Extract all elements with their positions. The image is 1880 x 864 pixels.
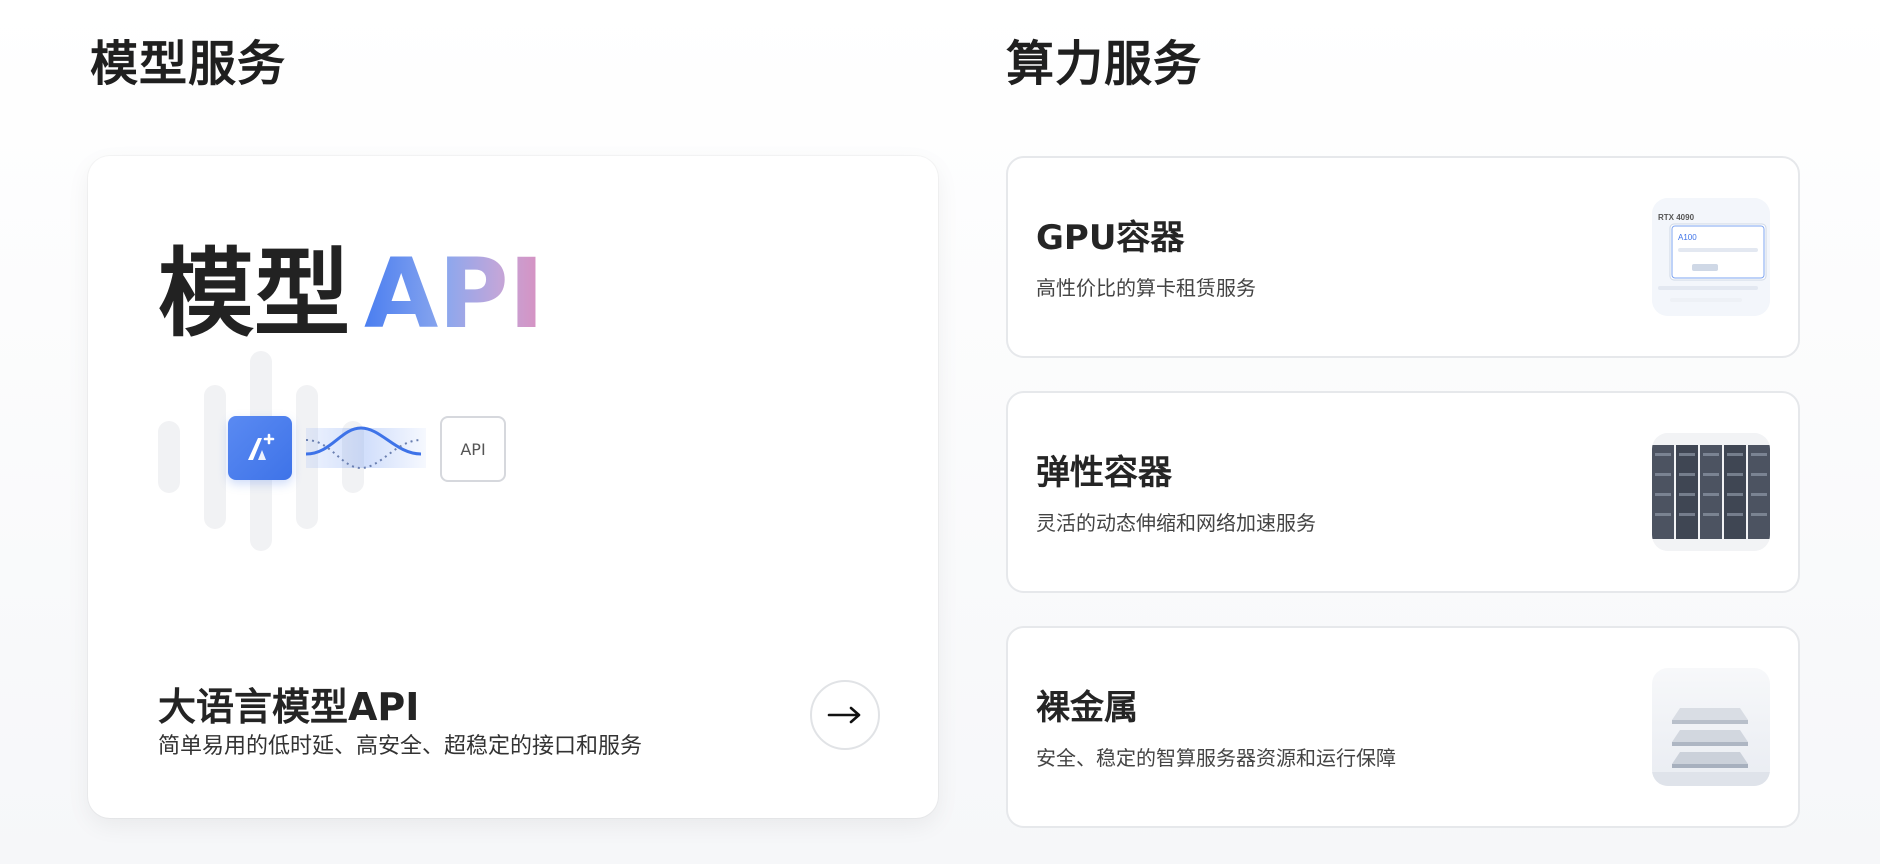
open-model-api-button[interactable] xyxy=(810,680,880,750)
elastic-container-card[interactable]: 弹性容器 灵活的动态伸缩和网络加速服务 xyxy=(1006,391,1800,593)
model-card-subtitle: 简单易用的低时延、高安全、超稳定的接口和服务 xyxy=(158,734,643,759)
model-api-card[interactable]: 模型 API API 大语言模型API 简单易用的低时延、高安全、超稳定的接口和… xyxy=(88,156,938,818)
section-title-compute: 算力服务 xyxy=(1006,36,1203,92)
gpu-container-title: GPU容器 xyxy=(1036,218,1185,258)
model-card-title: 大语言模型API xyxy=(158,685,420,729)
hero-title-api: API xyxy=(364,238,545,350)
thumb-gpu-selected-label: A100 xyxy=(1678,233,1697,242)
bare-metal-title: 裸金属 xyxy=(1036,688,1138,728)
gpu-console-thumbnail: RTX 4090 A100 xyxy=(1652,198,1770,316)
api-chip-label: API xyxy=(460,439,486,459)
elastic-container-subtitle: 灵活的动态伸缩和网络加速服务 xyxy=(1036,511,1316,535)
server-rack-thumbnail xyxy=(1652,433,1770,551)
section-title-model: 模型服务 xyxy=(90,36,287,92)
thumb-gpu-model-label: RTX 4090 xyxy=(1658,213,1695,222)
gpu-container-subtitle: 高性价比的算卡租赁服务 xyxy=(1036,276,1256,300)
hero-title-cn: 模型 xyxy=(158,238,350,350)
stacked-layers-thumbnail xyxy=(1652,668,1770,786)
signal-wave-icon xyxy=(306,426,426,470)
model-logo-icon xyxy=(228,416,292,480)
gpu-container-card[interactable]: GPU容器 高性价比的算卡租赁服务 RTX 4090 A100 xyxy=(1006,156,1800,358)
elastic-container-title: 弹性容器 xyxy=(1036,453,1172,493)
bare-metal-subtitle: 安全、稳定的智算服务器资源和运行保障 xyxy=(1036,746,1396,770)
hero-title: 模型 API xyxy=(158,246,544,342)
api-chip: API xyxy=(440,416,506,482)
arrow-right-icon xyxy=(827,706,861,724)
bare-metal-card[interactable]: 裸金属 安全、稳定的智算服务器资源和运行保障 xyxy=(1006,626,1800,828)
